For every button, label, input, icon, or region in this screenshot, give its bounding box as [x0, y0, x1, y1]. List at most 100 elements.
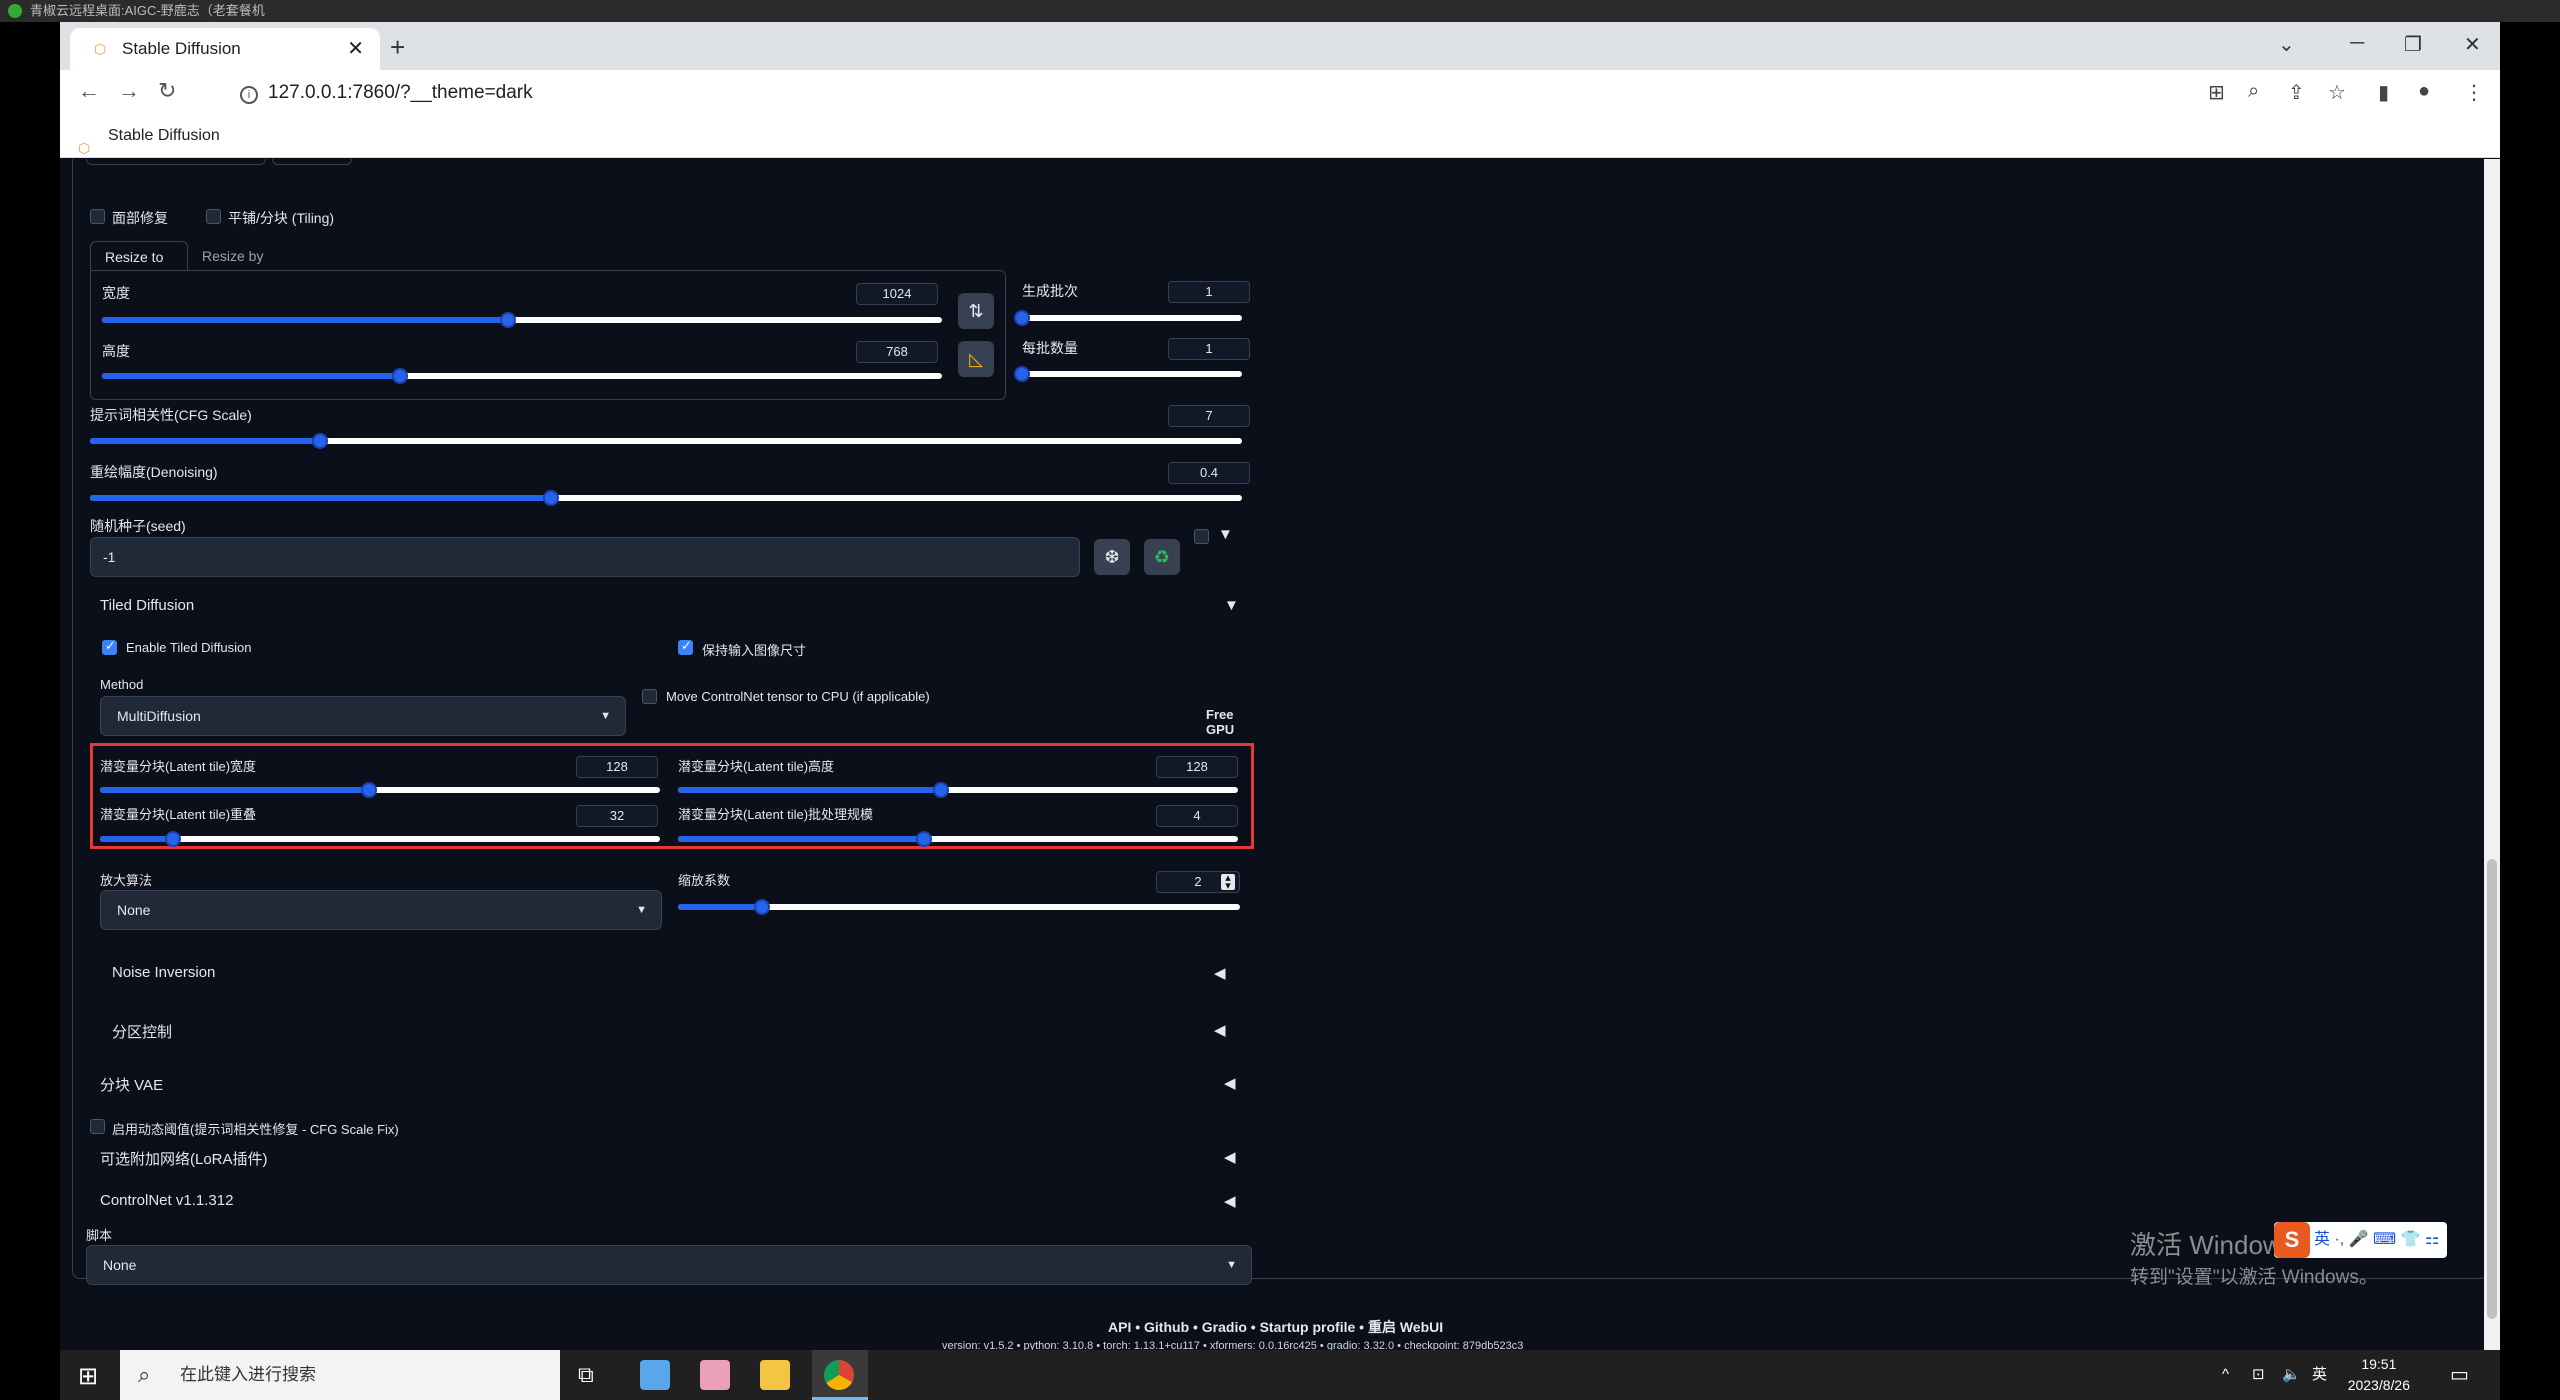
tray-chevron-icon[interactable]: ^ — [2222, 1350, 2229, 1400]
keep-size-checkbox[interactable] — [678, 638, 693, 655]
upscaler-value: None — [117, 902, 151, 918]
profile-avatar-icon[interactable]: ● — [2418, 80, 2430, 103]
browser-tab[interactable]: ⬡ Stable Diffusion ✕ — [70, 28, 380, 70]
tab-resize-by[interactable]: Resize by — [202, 248, 263, 264]
menu-kebab-icon[interactable]: ⋮ — [2464, 80, 2484, 105]
face-restore-checkbox[interactable] — [90, 209, 105, 224]
file-explorer-icon[interactable] — [760, 1360, 790, 1390]
denoise-slider[interactable] — [90, 490, 1242, 506]
latent-width-slider[interactable] — [100, 782, 660, 798]
ime-toolbar[interactable]: S英 ·, 🎤 ⌨ 👕 ⚏ — [2274, 1222, 2448, 1258]
clock-time: 19:51 — [2361, 1356, 2397, 1372]
cfg-slider[interactable] — [90, 433, 1242, 449]
free-gpu-line1[interactable]: Free — [1206, 707, 1233, 722]
cfg-input[interactable]: 7 — [1168, 405, 1250, 427]
task-view-icon[interactable]: ⧉ — [578, 1362, 594, 1388]
height-slider[interactable] — [102, 368, 942, 384]
script-dropdown[interactable]: None ▼ — [86, 1245, 1252, 1285]
tab-resize-to[interactable]: Resize to — [90, 241, 188, 271]
batch-size-slider[interactable] — [1014, 366, 1242, 382]
scrollbar-thumb[interactable] — [2487, 859, 2497, 1319]
free-gpu-line2[interactable]: GPU — [1206, 722, 1234, 737]
tiled-vae-expand-icon[interactable]: ◀ — [1224, 1074, 1236, 1092]
batch-count-slider[interactable] — [1014, 310, 1242, 326]
input-lang-indicator[interactable]: 英 — [2312, 1350, 2327, 1400]
latent-overlap-slider[interactable] — [100, 831, 660, 847]
stable-diffusion-favicon-icon: ⬡ — [94, 41, 107, 57]
close-tab-icon[interactable]: ✕ — [347, 28, 364, 70]
notepad-app-icon[interactable] — [640, 1360, 670, 1390]
taskbar-clock[interactable]: 19:51 2023/8/26 — [2348, 1354, 2410, 1396]
face-restore-label: 面部修复 — [112, 210, 168, 226]
notification-icon[interactable]: ▭ — [2450, 1350, 2469, 1400]
scale-factor-input[interactable]: 2 ▴ ▾ — [1156, 871, 1240, 893]
translate-icon[interactable]: ⊞ — [2208, 80, 2225, 105]
seed-input[interactable]: -1 — [90, 537, 1080, 577]
denoise-input[interactable]: 0.4 — [1168, 462, 1250, 484]
batch-size-input[interactable]: 1 — [1168, 338, 1250, 360]
extra-seed-toggle-icon[interactable]: ▼ — [1218, 526, 1233, 543]
tiled-diffusion-header[interactable]: Tiled Diffusion — [100, 597, 194, 614]
highlight-box — [90, 743, 1254, 849]
tiled-vae-header[interactable]: 分块 VAE — [100, 1074, 163, 1095]
latent-width-input[interactable]: 128 — [576, 756, 658, 778]
width-input[interactable]: 1024 — [856, 283, 938, 305]
batch-count-input[interactable]: 1 — [1168, 281, 1250, 303]
bookmark-item[interactable]: Stable Diffusion — [108, 127, 220, 144]
lora-header[interactable]: 可选附加网络(LoRA插件) — [100, 1148, 268, 1169]
dice-icon[interactable]: ❆ — [1094, 539, 1130, 575]
swap-dimensions-button[interactable]: ⇅ — [958, 293, 994, 329]
cropped-control — [272, 159, 352, 165]
noise-inversion-header[interactable]: Noise Inversion — [112, 964, 215, 981]
enable-tiled-checkbox[interactable] — [102, 638, 117, 655]
recycle-icon[interactable]: ♻ — [1144, 539, 1180, 575]
anime-app-icon[interactable] — [700, 1360, 730, 1390]
move-controlnet-checkbox[interactable] — [642, 689, 657, 704]
page-scrollbar[interactable] — [2484, 159, 2500, 1350]
footer-links[interactable]: API • Github • Gradio • Startup profile … — [1108, 1317, 1443, 1337]
upscaler-dropdown[interactable]: None ▼ — [100, 890, 662, 930]
latent-batch-input[interactable]: 4 — [1156, 805, 1238, 827]
side-panel-icon[interactable]: ▮ — [2378, 80, 2389, 105]
width-slider[interactable] — [102, 312, 942, 328]
latent-batch-slider[interactable] — [678, 831, 1238, 847]
site-info-icon[interactable]: i — [240, 86, 258, 104]
upscaler-label: 放大算法 — [100, 873, 153, 888]
controlnet-expand-icon[interactable]: ◀ — [1224, 1192, 1236, 1210]
extra-seed-checkbox[interactable] — [1194, 529, 1209, 544]
controlnet-header[interactable]: ControlNet v1.1.312 — [100, 1192, 233, 1209]
region-control-header[interactable]: 分区控制 — [112, 1021, 172, 1042]
latent-height-input[interactable]: 128 — [1156, 756, 1238, 778]
new-tab-icon[interactable]: + — [390, 32, 405, 63]
scale-factor-slider[interactable] — [678, 899, 1240, 915]
height-input[interactable]: 768 — [856, 341, 938, 363]
share-icon[interactable]: ⇪ — [2288, 80, 2305, 105]
windows-start-icon[interactable]: ⊞ — [78, 1362, 98, 1391]
chrome-taskbar-button[interactable] — [812, 1350, 868, 1400]
reload-icon[interactable]: ↻ — [158, 78, 176, 104]
back-icon[interactable]: ← — [78, 78, 100, 104]
taskbar-search[interactable]: ⌕ 在此键入进行搜索 — [120, 1350, 560, 1400]
latent-overlap-input[interactable]: 32 — [576, 805, 658, 827]
close-window-icon[interactable]: ✕ — [2464, 32, 2481, 57]
zoom-icon[interactable]: ⌕ — [2248, 80, 2259, 103]
bookmark-star-icon[interactable]: ☆ — [2328, 80, 2346, 105]
restore-icon[interactable]: ❐ — [2404, 32, 2422, 57]
volume-icon[interactable]: 🔈 — [2282, 1350, 2301, 1400]
aspect-ratio-icon[interactable]: ◺ — [958, 341, 994, 377]
region-control-expand-icon[interactable]: ◀ — [1214, 1021, 1226, 1039]
method-dropdown[interactable]: MultiDiffusion ▼ — [100, 696, 626, 736]
lora-expand-icon[interactable]: ◀ — [1224, 1148, 1236, 1166]
sogou-ime-icon[interactable]: S — [2274, 1222, 2310, 1258]
network-icon[interactable]: ⊡ — [2252, 1350, 2265, 1400]
noise-inversion-expand-icon[interactable]: ◀ — [1214, 964, 1226, 982]
url-field[interactable]: i 127.0.0.1:7860/?__theme=dark — [240, 82, 533, 104]
forward-icon[interactable]: → — [118, 78, 140, 104]
minimize-icon[interactable]: ─ — [2350, 32, 2364, 55]
tiling-checkbox[interactable] — [206, 209, 221, 224]
cfg-fix-checkbox[interactable] — [90, 1119, 105, 1134]
tab-search-chevron-icon[interactable]: ⌄ — [2278, 32, 2295, 57]
tiled-diffusion-collapse-icon[interactable]: ▼ — [1224, 597, 1239, 614]
stepper-icon[interactable]: ▴ ▾ — [1221, 873, 1235, 892]
latent-height-slider[interactable] — [678, 782, 1238, 798]
